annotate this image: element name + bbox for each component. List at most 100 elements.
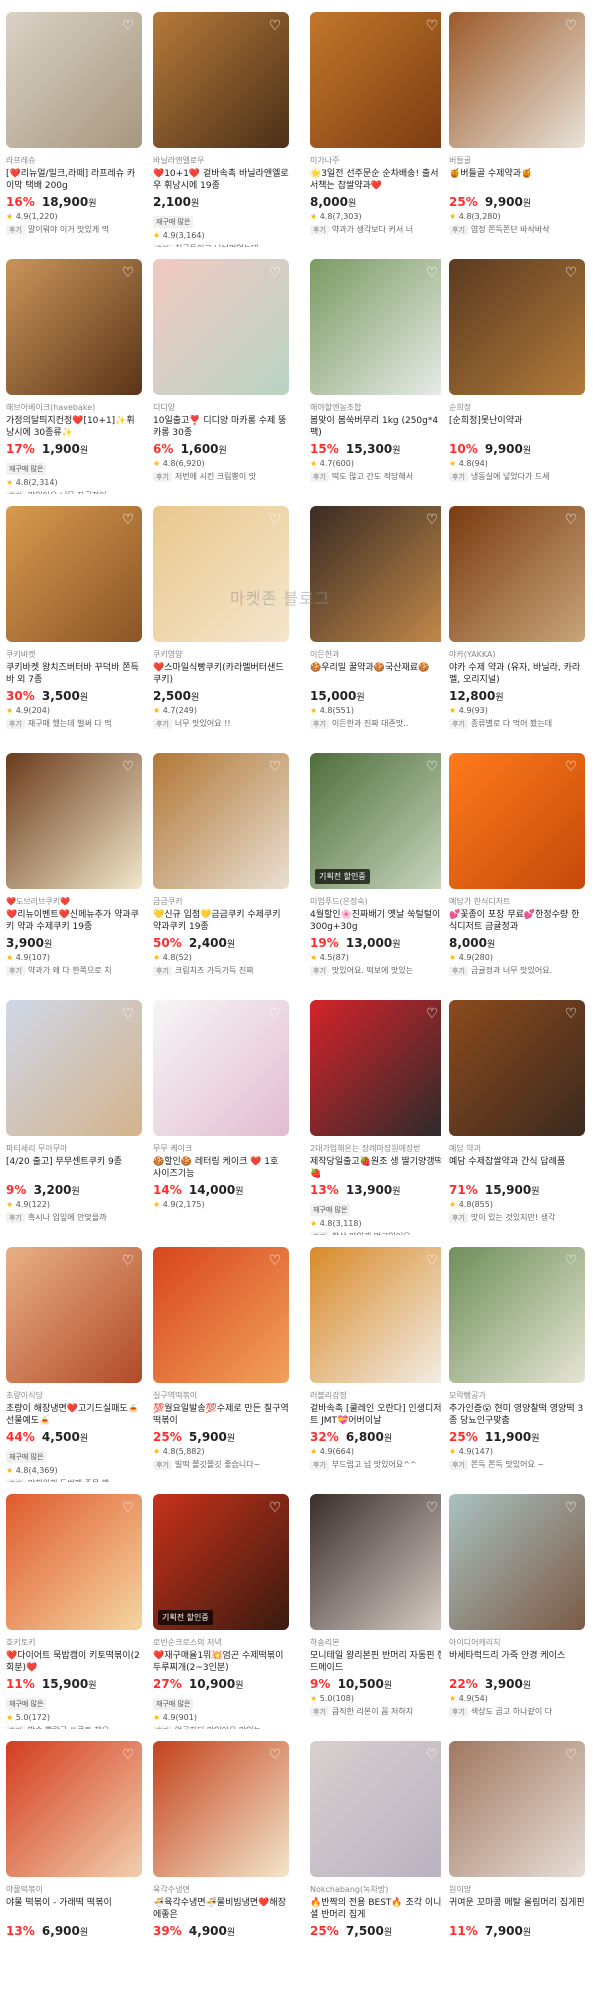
product-name[interactable]: 가정의달띄지컨정❤️[10+1]✨휘낭시에 30종류✨ [6, 415, 142, 439]
product-name[interactable]: ❤️리뉴이벤트❤️신메뉴추가 약과쿠키 약과 수제쿠키 19종 [6, 909, 142, 933]
product-name[interactable]: ❤️스마일식빵쿠키(카라멜버터샌드쿠키) [153, 662, 289, 686]
product-name[interactable]: 야물 떡볶이 - 가래떡 떡볶이 [6, 1897, 142, 1921]
heart-icon[interactable]: ♡ [120, 759, 136, 775]
product-image[interactable]: ♡ [449, 1494, 585, 1630]
seller-name[interactable]: 모락빵공가 [449, 1390, 588, 1401]
heart-icon[interactable]: ♡ [120, 1747, 136, 1763]
product-image[interactable]: ♡ [153, 1000, 289, 1136]
product-card[interactable]: ♡ 모락빵공가 추가인증😮 현미 영양찰떡 영양떡 3종 당뇨인구맞춤 25% … [449, 1235, 588, 1482]
seller-name[interactable]: 야카(YAKKA) [449, 649, 588, 660]
product-image[interactable]: ♡ [153, 1247, 289, 1383]
product-card[interactable]: ♡ 쿠키바켓 쿠키바켓 왕치즈버터바 꾸덕바 쫀득바 외 7종 30% 3,50… [6, 494, 147, 741]
product-name[interactable]: 추가인증😮 현미 영양찰떡 영양떡 3종 당뇨인구맞춤 [449, 1403, 585, 1427]
product-image[interactable]: ♡ [6, 259, 142, 395]
product-image[interactable]: ♡ [310, 1000, 441, 1136]
seller-name[interactable]: 육각수냉면 [153, 1884, 294, 1895]
product-image[interactable]: ♡ [449, 12, 585, 148]
seller-name[interactable]: 무무 케이크 [153, 1143, 294, 1154]
seller-name[interactable]: 이든한과 [310, 649, 441, 660]
heart-icon[interactable]: ♡ [424, 265, 440, 281]
product-name[interactable]: 🍪할인🍪 레터링 케이크 ❤️ 1호 사이즈기능 [153, 1156, 289, 1180]
product-card[interactable]: ♡ 디디양 10일출고❣️ 디디양 마카롱 수제 뚱카롱 30종 6% 1,60… [153, 247, 294, 494]
product-name[interactable]: ❤️재구매율1위💥엄곤 수제떡볶이 두루찌개(2~3인분) [153, 1650, 289, 1674]
product-image[interactable]: ♡ [153, 506, 289, 642]
product-image[interactable]: ♡ 기획전 할인중 [153, 1494, 289, 1630]
product-image[interactable]: ♡ [6, 1247, 142, 1383]
product-card[interactable]: ♡ 예담가 한식디저트 💕꽃종이 포장 무료💕한정수량 한식디저트 금귤정과 8… [449, 741, 588, 988]
product-image[interactable]: ♡ 기획전 할인중 [310, 753, 441, 889]
product-image[interactable]: ♡ [6, 753, 142, 889]
product-image[interactable]: ♡ [310, 1247, 441, 1383]
heart-icon[interactable]: ♡ [120, 1500, 136, 1516]
seller-name[interactable]: 하송리본 [310, 1637, 441, 1648]
heart-icon[interactable]: ♡ [267, 512, 283, 528]
product-image[interactable]: ♡ [310, 12, 441, 148]
product-card[interactable]: ♡ 쿠키영양 ❤️스마일식빵쿠키(카라멜버터샌드쿠키) 2,500원 ★ 4.7… [153, 494, 294, 741]
seller-name[interactable]: 2대가업해온는 장례마장원에장받 [310, 1143, 441, 1154]
product-card[interactable]: ♡ Nokchabang(녹차방) 🔥반짝의 전용 BEST🔥 조각 이니셜 반… [310, 1729, 441, 1976]
heart-icon[interactable]: ♡ [424, 18, 440, 34]
product-name[interactable]: 🍯버들골 수제약과🍯 [449, 168, 585, 192]
seller-name[interactable]: 아이디어캐리지 [449, 1637, 588, 1648]
product-image[interactable]: ♡ [310, 259, 441, 395]
product-card[interactable]: ♡ 초량이식당 초량이 해장냉면❤️고기드실패도🍝선물예도🍝 44% 4,500… [6, 1235, 147, 1482]
product-card[interactable]: ♡ 무무 케이크 🍪할인🍪 레터링 케이크 ❤️ 1호 사이즈기능 14% 14… [153, 988, 294, 1235]
product-card[interactable]: ♡ 원이망 귀여운 꼬마콩 메탈 올림머리 집게핀 11% 7,900원 [449, 1729, 588, 1976]
product-card[interactable]: ♡ 라프레슈 [❤️리뉴얼/밀크,라떼] 라프레슈 카이막 택배 200g 16… [6, 0, 147, 247]
product-name[interactable]: 초량이 해장냉면❤️고기드실패도🍝선물예도🍝 [6, 1403, 142, 1427]
seller-name[interactable]: 해야할엔농조합 [310, 402, 441, 413]
product-image[interactable]: ♡ [449, 1000, 585, 1136]
heart-icon[interactable]: ♡ [424, 1006, 440, 1022]
product-card[interactable]: ♡ 러블리강정 겉바속촉 [쿨레인 오란다] 인생디저트 JMT💝어버이날 32… [310, 1235, 441, 1482]
seller-name[interactable]: 미가나주 [310, 155, 441, 166]
product-name[interactable]: [순희정]못난이약과 [449, 415, 585, 439]
product-name[interactable]: 💯월요일발송💯수제로 만든 칠구역떡볶이 [153, 1403, 289, 1427]
product-image[interactable]: ♡ [6, 1494, 142, 1630]
product-card[interactable]: ♡ 하송리본 모니테일 왕리본핀 반머리 자동핀 핸드메이드 9% 10,500… [310, 1482, 441, 1729]
heart-icon[interactable]: ♡ [120, 265, 136, 281]
product-name[interactable]: 야카 수제 약과 (유자, 바닐라, 카라멜, 오리지널) [449, 662, 585, 686]
product-card[interactable]: ♡ 예담 약과 예담 수제찹쌀약과 간식 답례품 71% 15,900원 ★ 4… [449, 988, 588, 1235]
product-card[interactable]: ♡ 실구역떡볶이 💯월요일발송💯수제로 만든 칠구역떡볶이 25% 5,900원… [153, 1235, 294, 1482]
product-name[interactable]: ❤️10+1❤️ 겉바속촉 바닐라앤엘로우 휘낭시에 19종 [153, 168, 289, 192]
product-card[interactable]: ♡ 순희정 [순희정]못난이약과 10% 9,900원 ★ 4.8(94) 후기… [449, 247, 588, 494]
heart-icon[interactable]: ♡ [563, 265, 579, 281]
product-card[interactable]: ♡ 야물떡볶이 야물 떡볶이 - 가래떡 떡볶이 13% 6,900원 [6, 1729, 147, 1976]
product-name[interactable]: 바세타럭드리 가죽 안경 케이스 [449, 1650, 585, 1674]
product-name[interactable]: 🍪우리밀 꿀약과🍪국산재료🍪 [310, 662, 441, 686]
product-name[interactable]: [❤️리뉴얼/밀크,라떼] 라프레슈 카이막 택배 200g [6, 168, 142, 192]
product-name[interactable]: 모니테일 왕리본핀 반머리 자동핀 핸드메이드 [310, 1650, 441, 1674]
seller-name[interactable]: 원이망 [449, 1884, 588, 1895]
seller-name[interactable]: 미엄푸드(은정숙) [310, 896, 441, 907]
heart-icon[interactable]: ♡ [267, 1500, 283, 1516]
product-card[interactable]: ♡ 육각수냉면 🍜육각수냉면🍜물비빔냉면❤️해장에좋은 39% 4,900원 [153, 1729, 294, 1976]
seller-name[interactable]: 쿠키바켓 [6, 649, 147, 660]
product-name[interactable]: 제작당일출고🍓원조 생 딸기양갱떡🍓 [310, 1156, 441, 1180]
product-name[interactable]: 4월할인🌸진짜배기 옛날 쑥털털이300g+30g [310, 909, 441, 933]
heart-icon[interactable]: ♡ [424, 759, 440, 775]
product-card[interactable]: ♡ 해브어베이크(havebake) 가정의달띄지컨정❤️[10+1]✨휘낭시에… [6, 247, 147, 494]
seller-name[interactable]: 실구역떡볶이 [153, 1390, 294, 1401]
product-card[interactable]: ♡ 아이디어캐리지 바세타럭드리 가죽 안경 케이스 22% 3,900원 ★ … [449, 1482, 588, 1729]
product-card[interactable]: ♡ 바닐라앤엘로우 ❤️10+1❤️ 겉바속촉 바닐라앤엘로우 휘낭시에 19종… [153, 0, 294, 247]
seller-name[interactable]: 야물떡볶이 [6, 1884, 147, 1895]
seller-name[interactable]: 러블리강정 [310, 1390, 441, 1401]
product-card[interactable]: ♡ 호키토키 ❤️다이어트 묵밥캠이 키토떡볶이(2회분)❤️ 11% 15,9… [6, 1482, 147, 1729]
heart-icon[interactable]: ♡ [267, 759, 283, 775]
product-image[interactable]: ♡ [310, 1741, 441, 1877]
product-image[interactable]: ♡ [449, 259, 585, 395]
seller-name[interactable]: 파티세리 무아무아 [6, 1143, 147, 1154]
product-image[interactable]: ♡ [153, 12, 289, 148]
product-card[interactable]: ♡ 이든한과 🍪우리밀 꿀약과🍪국산재료🍪 15,000원 ★ 4.8(551)… [310, 494, 441, 741]
product-card[interactable]: ♡ 기획전 할인중 미엄푸드(은정숙) 4월할인🌸진짜배기 옛날 쑥털털이300… [310, 741, 441, 988]
product-name[interactable]: ❤️다이어트 묵밥캠이 키토떡볶이(2회분)❤️ [6, 1650, 142, 1674]
product-name[interactable]: 겉바속촉 [쿨레인 오란다] 인생디저트 JMT💝어버이날 [310, 1403, 441, 1427]
product-image[interactable]: ♡ [310, 506, 441, 642]
product-card[interactable]: ♡ ❤️도브러브쿠키❤️ ❤️리뉴이벤트❤️신메뉴추가 약과쿠키 약과 수제쿠키… [6, 741, 147, 988]
product-card[interactable]: ♡ 파티세리 무아무아 [4/20 출고] 무무센트쿠키 9종 9% 3,200… [6, 988, 147, 1235]
product-image[interactable]: ♡ [449, 1247, 585, 1383]
product-image[interactable]: ♡ [449, 506, 585, 642]
product-image[interactable]: ♡ [6, 1741, 142, 1877]
seller-name[interactable]: 호키토키 [6, 1637, 147, 1648]
product-image[interactable]: ♡ [310, 1494, 441, 1630]
